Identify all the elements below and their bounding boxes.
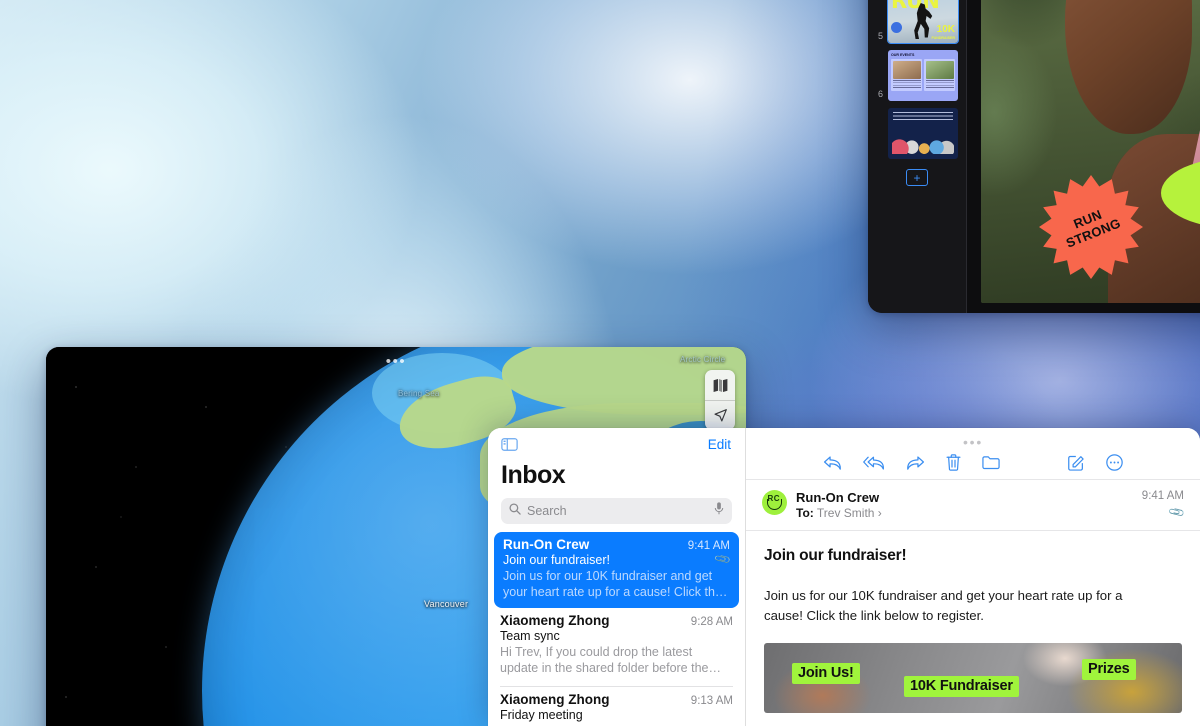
- banner-tag-10k-fundraiser: 10K Fundraiser: [904, 676, 1019, 698]
- message-recipient[interactable]: To: Trev Smith ›: [796, 506, 1133, 520]
- slide-thumbnail-item[interactable]: [868, 108, 966, 166]
- forward-icon[interactable]: [906, 455, 925, 471]
- crew-badge-icon: [891, 22, 902, 33]
- locate-me-icon[interactable]: [705, 400, 735, 430]
- thumb-subhead: 10K: [936, 24, 955, 35]
- map-controls[interactable]: [705, 370, 735, 430]
- mail-sender: Xiaomeng Zhong: [500, 613, 610, 628]
- to-name: Trev Smith: [816, 506, 875, 520]
- mail-detail-toolbar[interactable]: [746, 446, 1200, 480]
- mail-row-header: Xiaomeng Zhong 9:13 AM: [500, 692, 733, 707]
- message-subject: Join our fundraiser!: [764, 547, 907, 564]
- page-title: Inbox: [501, 461, 566, 489]
- thumb-card: [891, 59, 922, 91]
- mail-preview: Join us for our 10K fundraiser and get y…: [503, 569, 722, 599]
- map-label-bering-sea: Bering Sea: [398, 389, 440, 398]
- window-drag-handle[interactable]: •••: [386, 354, 407, 369]
- thumb-card: [924, 59, 955, 91]
- add-slide-button[interactable]: +: [906, 169, 928, 186]
- search-input[interactable]: Search: [501, 498, 732, 524]
- mail-message-list-pane[interactable]: Edit Inbox Search Run-On Crew 9:41 AM Jo…: [488, 428, 746, 726]
- reply-icon[interactable]: [823, 455, 842, 471]
- mail-subject: Join our fundraiser!: [503, 553, 611, 567]
- slide-number: 6: [877, 89, 883, 99]
- mail-message-list[interactable]: Run-On Crew 9:41 AM Join our fundraiser!…: [488, 532, 745, 726]
- paperclip-icon: 📎: [714, 551, 733, 569]
- photo-face: [1065, 0, 1193, 134]
- slide-thumbnail-item[interactable]: 5 RUN 10K FUNDRAISER: [868, 0, 966, 50]
- mail-subject: Team sync: [500, 629, 560, 643]
- slide-thumbnail-6[interactable]: OUR EVENTS: [888, 50, 958, 101]
- mail-row-header: Run-On Crew 9:41 AM: [503, 537, 730, 552]
- reply-all-icon[interactable]: [863, 455, 885, 471]
- thumb-caption: FUNDRAISER: [931, 36, 955, 40]
- chevron-right-icon[interactable]: ›: [878, 506, 882, 520]
- mail-list-item[interactable]: Xiaomeng Zhong 9:28 AM Team sync Hi Trev…: [488, 608, 745, 682]
- window-drag-handle[interactable]: •••: [746, 428, 1200, 449]
- mail-time: 9:13 AM: [690, 694, 733, 707]
- slide-number: 5: [877, 31, 883, 41]
- desktop: 3 COMMUNITY 4 5: [0, 0, 1200, 726]
- banner-tag-prizes: Prizes: [1082, 659, 1136, 681]
- more-icon[interactable]: [1106, 454, 1123, 471]
- thumb-card-grid: [891, 59, 955, 91]
- map-label-arctic-circle: Arctic Circle: [680, 355, 726, 364]
- slide-navigator-panel[interactable]: 3 COMMUNITY 4 5: [868, 0, 966, 313]
- mail-subject: Friday meeting: [500, 707, 583, 722]
- mail-sender: Run-On Crew: [503, 537, 590, 552]
- message-sender: Run-On Crew: [796, 490, 880, 505]
- banner-tag-join-us: Join Us!: [792, 663, 860, 685]
- message-text: Join us for our 10K fundraiser and get y…: [764, 588, 1123, 624]
- mail-sender: Xiaomeng Zhong: [500, 691, 610, 707]
- search-placeholder: Search: [527, 504, 567, 518]
- folder-icon[interactable]: [982, 455, 1000, 470]
- mail-list-item[interactable]: Xiaomeng Zhong 9:13 AM Friday meeting: [488, 687, 745, 726]
- mail-window[interactable]: Edit Inbox Search Run-On Crew 9:41 AM Jo…: [488, 428, 1200, 726]
- thumb-title: OUR EVENTS: [891, 53, 915, 57]
- mail-detail-pane[interactable]: ••• RC Run-On Crew To: Trev Smith › 9:41…: [746, 428, 1200, 726]
- thumb-photo: [892, 136, 954, 154]
- thumb-card-text: [892, 80, 921, 89]
- slide-thumbnail-7[interactable]: [888, 108, 958, 159]
- sidebar-toggle-icon[interactable]: [501, 437, 518, 451]
- search-icon: [509, 502, 521, 520]
- paperclip-icon[interactable]: 📎: [1168, 503, 1186, 522]
- thumb-quote-lines: [893, 112, 953, 120]
- mail-row-header: Xiaomeng Zhong 9:28 AM: [500, 613, 733, 628]
- map-label-vancouver: Vancouver: [424, 599, 469, 609]
- to-label: To:: [796, 506, 814, 520]
- poster-artboard[interactable]: RU C COMMUNITY FUNDRAISER 10K RUN RUNSTR…: [981, 0, 1200, 303]
- design-app-window[interactable]: 3 COMMUNITY 4 5: [868, 0, 1200, 313]
- map-layers-icon[interactable]: [705, 370, 735, 400]
- mail-time: 9:28 AM: [690, 616, 733, 628]
- smile-icon: [767, 499, 782, 510]
- avatar[interactable]: RC: [762, 490, 787, 515]
- message-banner-image[interactable]: Join Us! 10K Fundraiser Prizes: [764, 643, 1182, 714]
- compose-icon[interactable]: [1068, 454, 1085, 471]
- slide-number: [873, 157, 883, 159]
- slide-thumbnail-5-selected[interactable]: RUN 10K FUNDRAISER: [886, 0, 960, 45]
- message-meta: Run-On Crew To: Trev Smith ›: [796, 490, 1133, 520]
- mail-list-item-selected[interactable]: Run-On Crew 9:41 AM Join our fundraiser!…: [494, 532, 739, 608]
- mail-list-toolbar[interactable]: Edit: [488, 428, 745, 460]
- trash-icon[interactable]: [946, 454, 961, 471]
- slide-thumbnail-item[interactable]: 6 OUR EVENTS: [868, 50, 966, 108]
- message-body: Join our fundraiser! Join us for our 10K…: [746, 531, 1200, 726]
- edit-button[interactable]: Edit: [708, 437, 731, 452]
- design-canvas[interactable]: RU C COMMUNITY FUNDRAISER 10K RUN RUNSTR…: [966, 0, 1200, 313]
- thumb-headline: RUN: [891, 0, 940, 13]
- thumb-card-photo: [892, 60, 921, 79]
- message-time: 9:41 AM: [1141, 490, 1184, 502]
- star-label: RUN STRONG: [1059, 203, 1123, 251]
- microphone-icon[interactable]: [714, 502, 724, 520]
- thumb-card-photo: [925, 60, 954, 79]
- thumb-card-text: [925, 80, 954, 89]
- mail-preview: Hi Trev, If you could drop the latest up…: [500, 645, 709, 675]
- message-header[interactable]: RC Run-On Crew To: Trev Smith › 9:41 AM …: [746, 480, 1200, 531]
- message-header-right: 9:41 AM 📎: [1141, 490, 1187, 522]
- mail-subject-line: Join our fundraiser! 📎: [503, 551, 733, 569]
